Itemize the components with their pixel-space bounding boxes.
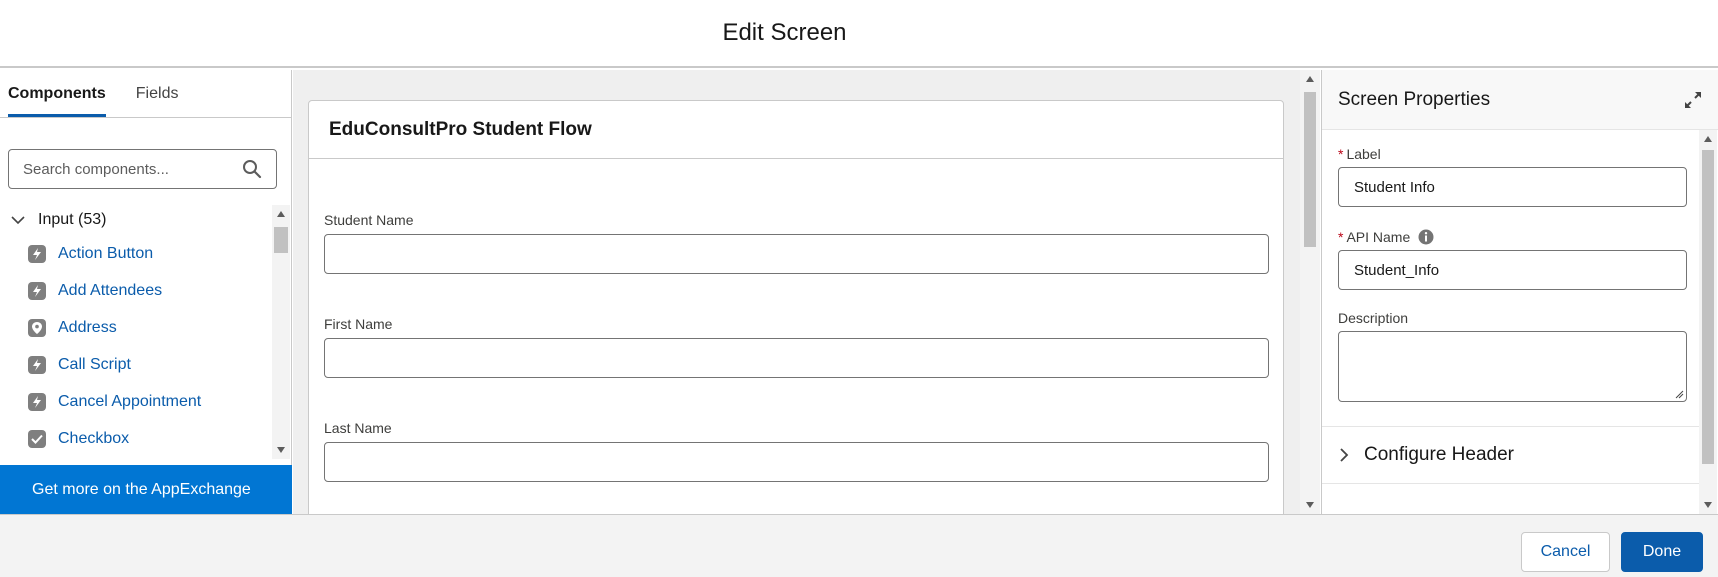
label-field-label: * Label [1338, 146, 1687, 162]
cancel-button[interactable]: Cancel [1521, 532, 1610, 572]
description-field: Description [1338, 310, 1687, 402]
lightning-icon [28, 355, 46, 374]
api-name-input[interactable]: Student_Info [1338, 250, 1687, 290]
info-icon[interactable] [1418, 229, 1434, 245]
component-call-script[interactable]: Call Script [0, 346, 272, 383]
component-label: Add Attendees [58, 281, 163, 299]
component-checkbox[interactable]: Checkbox [0, 420, 272, 448]
student-name-input[interactable] [324, 234, 1269, 274]
component-label: Address [58, 318, 117, 336]
field-label: Student Name [324, 212, 414, 228]
expand-icon[interactable] [1684, 91, 1702, 109]
properties-title: Screen Properties [1338, 88, 1491, 110]
component-label: Cancel Appointment [58, 392, 202, 410]
scroll-up-arrow-icon[interactable] [1306, 76, 1314, 82]
required-mark: * [1338, 229, 1344, 245]
lightning-icon [28, 281, 46, 300]
screen-preview-card[interactable]: EduConsultPro Student Flow Student Name … [308, 100, 1284, 514]
scroll-down-arrow-icon[interactable] [1704, 502, 1712, 508]
section-input[interactable]: Input (53) [0, 205, 272, 235]
scroll-down-arrow-icon[interactable] [1306, 502, 1314, 508]
field-label: First Name [324, 316, 393, 332]
tab-fields[interactable]: Fields [136, 85, 179, 117]
search-components-input[interactable] [23, 160, 242, 178]
resize-grip-icon[interactable] [1675, 390, 1684, 399]
location-pin-icon [28, 318, 46, 337]
components-panel: Components Fields Input (53) Action Butt… [0, 70, 292, 515]
first-name-input[interactable] [324, 338, 1269, 378]
label-input[interactable]: Student Info [1338, 167, 1687, 207]
api-name-field-text: API Name [1346, 229, 1411, 245]
scroll-up-arrow-icon[interactable] [1704, 136, 1712, 142]
configure-header-label: Configure Header [1364, 444, 1514, 465]
configure-header-section[interactable]: Configure Header [1322, 426, 1699, 484]
screen-properties-panel: Screen Properties * Label Student Info *… [1321, 70, 1718, 514]
description-field-label: Description [1338, 310, 1409, 326]
component-address[interactable]: Address [0, 309, 272, 346]
field-first-name[interactable]: First Name [324, 316, 1269, 378]
field-student-name[interactable]: Student Name [324, 212, 1269, 274]
components-tree: Input (53) Action Button Add Attendees A… [0, 205, 272, 448]
components-scrollbar[interactable] [272, 205, 290, 459]
component-label: Action Button [58, 244, 154, 262]
description-textarea[interactable] [1338, 331, 1687, 402]
scroll-thumb[interactable] [1304, 92, 1316, 247]
component-action-button[interactable]: Action Button [0, 235, 272, 272]
component-add-attendees[interactable]: Add Attendees [0, 272, 272, 309]
api-name-field-label: * API Name [1338, 229, 1687, 245]
panel-tabs: Components Fields [0, 70, 291, 118]
properties-header: Screen Properties [1322, 70, 1718, 130]
label-field-text: Label [1346, 146, 1381, 162]
checkbox-icon [28, 429, 46, 448]
component-label: Call Script [58, 355, 131, 373]
modal-footer: Cancel Done [0, 514, 1718, 577]
component-cancel-appointment[interactable]: Cancel Appointment [0, 383, 272, 420]
component-label: Checkbox [58, 429, 130, 447]
lightning-icon [28, 392, 46, 411]
field-last-name[interactable]: Last Name [324, 420, 1269, 482]
required-mark: * [1338, 146, 1344, 162]
scroll-thumb[interactable] [1702, 150, 1714, 464]
tab-components[interactable]: Components [8, 85, 106, 117]
canvas-scrollbar[interactable] [1300, 70, 1320, 514]
chevron-down-icon[interactable] [10, 212, 26, 228]
label-field: * Label Student Info [1338, 146, 1687, 207]
properties-scrollbar[interactable] [1699, 130, 1717, 514]
appexchange-link[interactable]: Get more on the AppExchange [0, 465, 292, 515]
api-name-field: * API Name Student_Info [1338, 229, 1687, 290]
section-input-label: Input (53) [38, 211, 107, 228]
screen-canvas: EduConsultPro Student Flow Student Name … [293, 70, 1300, 514]
scroll-up-arrow-icon[interactable] [277, 211, 285, 217]
search-components-box[interactable] [8, 149, 277, 189]
modal-title: Edit Screen [722, 19, 847, 46]
scroll-down-arrow-icon[interactable] [277, 447, 285, 453]
field-label: Last Name [324, 420, 392, 436]
search-icon[interactable] [242, 159, 262, 179]
chevron-right-icon[interactable] [1338, 447, 1350, 463]
last-name-input[interactable] [324, 442, 1269, 482]
modal-header: Edit Screen [0, 0, 1718, 68]
scroll-thumb[interactable] [274, 227, 288, 253]
screen-title: EduConsultPro Student Flow [309, 101, 1283, 159]
done-button[interactable]: Done [1621, 532, 1703, 572]
lightning-icon [28, 244, 46, 263]
